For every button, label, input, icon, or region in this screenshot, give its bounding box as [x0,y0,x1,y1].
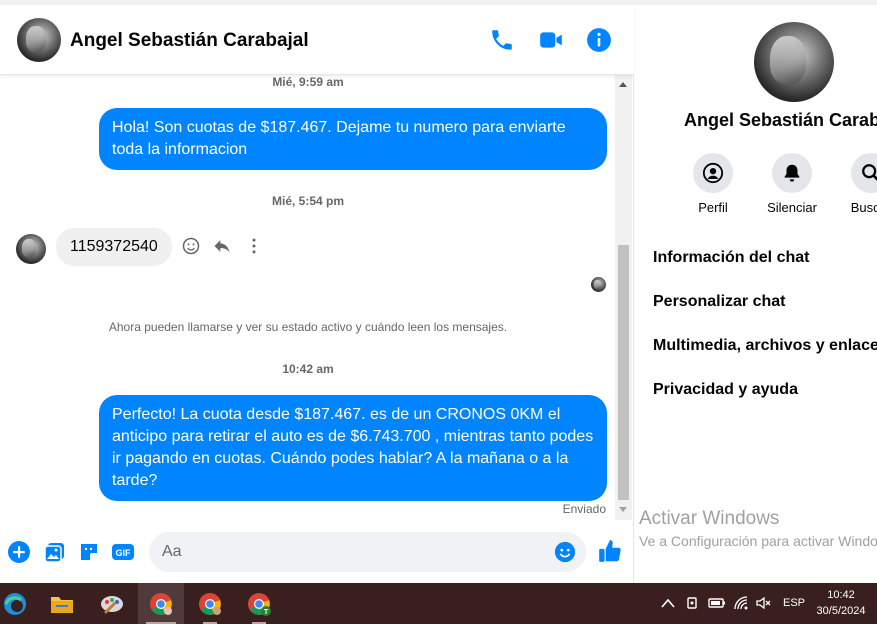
incoming-message[interactable]: 1159372540 [56,228,172,266]
mute-action[interactable]: Silenciar [752,153,832,215]
activation-watermark-subtitle: Ve a Configuración para activar Windows. [639,533,877,549]
outgoing-message[interactable]: Perfecto! La cuota desde $187.467. es de… [99,395,607,501]
emoji-icon[interactable] [554,541,576,563]
reply-icon[interactable] [212,236,232,256]
chevron-up-icon[interactable] [661,597,675,609]
clock-date: 30/5/2024 [816,605,866,617]
svg-text:T: T [264,609,269,616]
seen-avatar [591,277,606,292]
gif-icon[interactable]: GIF [111,540,135,564]
chrome-profile-icon[interactable] [195,589,225,619]
action-label: Perfil [698,200,728,215]
sticker-icon[interactable] [77,540,101,564]
message-list[interactable]: Mié, 9:59 am Hola! Son cuotas de $187.46… [0,75,616,523]
scroll-up-arrow[interactable] [619,82,627,87]
chrome-profile-t-icon[interactable]: T [244,589,274,619]
contact-avatar-small [16,234,46,264]
contact-name[interactable]: Angel Sebastián Carabajal [70,30,309,52]
svg-text:GIF: GIF [116,548,132,558]
chat-header: Angel Sebastián Carabajal [0,5,634,75]
more-options-icon[interactable] [244,236,264,256]
photo-icon[interactable] [43,540,67,564]
info-icon[interactable] [586,27,612,53]
edge-icon[interactable] [0,589,30,619]
file-explorer-icon[interactable] [47,589,77,619]
contact-avatar[interactable] [17,18,61,62]
scroll-down-arrow[interactable] [619,507,627,512]
action-label: Silenciar [767,200,817,215]
menu-chat-info[interactable]: Información del chat [653,249,809,267]
menu-media-files[interactable]: Multimedia, archivos y enlaces [653,337,877,355]
battery-icon[interactable] [708,596,726,610]
message-input-box[interactable] [149,532,586,572]
outgoing-message[interactable]: Hola! Son cuotas de $187.467. Dejame tu … [99,108,607,170]
speaker-muted-icon[interactable] [755,595,771,611]
composer-bar: GIF [0,525,634,583]
chrome-icon[interactable] [146,589,176,619]
search-icon [862,164,877,181]
scrollbar[interactable] [615,75,632,520]
chat-info-panel: Angel Sebastián Carabajal Perfil Silenci… [635,5,877,583]
wifi-icon[interactable] [733,595,749,611]
message-timestamp: 10:42 am [282,362,334,376]
emoji-react-icon[interactable] [181,236,201,256]
profile-action[interactable]: Perfil [673,153,753,215]
profile-icon [702,162,724,184]
contact-avatar-large[interactable] [754,22,834,102]
info-contact-name: Angel Sebastián Carabajal [684,110,877,130]
thumbs-up-icon[interactable] [597,538,623,564]
action-label: Buscar [850,200,877,215]
paint-icon[interactable] [97,589,127,619]
clock-time: 10:42 [827,589,855,601]
activation-watermark-title: Activar Windows [639,508,780,529]
plus-icon[interactable] [7,540,31,564]
chat-pane: Angel Sebastián Carabajal Mié, 9:59 am H… [0,5,634,583]
meet-now-icon[interactable] [685,595,701,611]
search-action[interactable]: Buscar [831,153,877,215]
message-input[interactable] [162,532,542,572]
bell-icon [784,164,800,182]
message-timestamp: Mié, 5:54 pm [271,194,345,208]
menu-privacy-help[interactable]: Privacidad y ayuda [653,381,798,399]
menu-customize-chat[interactable]: Personalizar chat [653,293,786,311]
video-call-icon[interactable] [538,27,564,53]
messenger-window: Angel Sebastián Carabajal Mié, 9:59 am H… [0,0,877,583]
input-language[interactable]: ESP [783,597,805,609]
sent-status: Enviado [562,502,606,516]
scroll-thumb[interactable] [618,245,629,500]
phone-icon[interactable] [489,27,515,53]
system-notice: Ahora pueden llamarse y ver su estado ac… [108,320,508,334]
message-timestamp: Mié, 9:59 am [272,75,344,89]
taskbar-clock[interactable]: 10:42 30/5/2024 [811,587,871,619]
windows-taskbar: T ESP 10:42 30/5/2024 [0,583,877,624]
